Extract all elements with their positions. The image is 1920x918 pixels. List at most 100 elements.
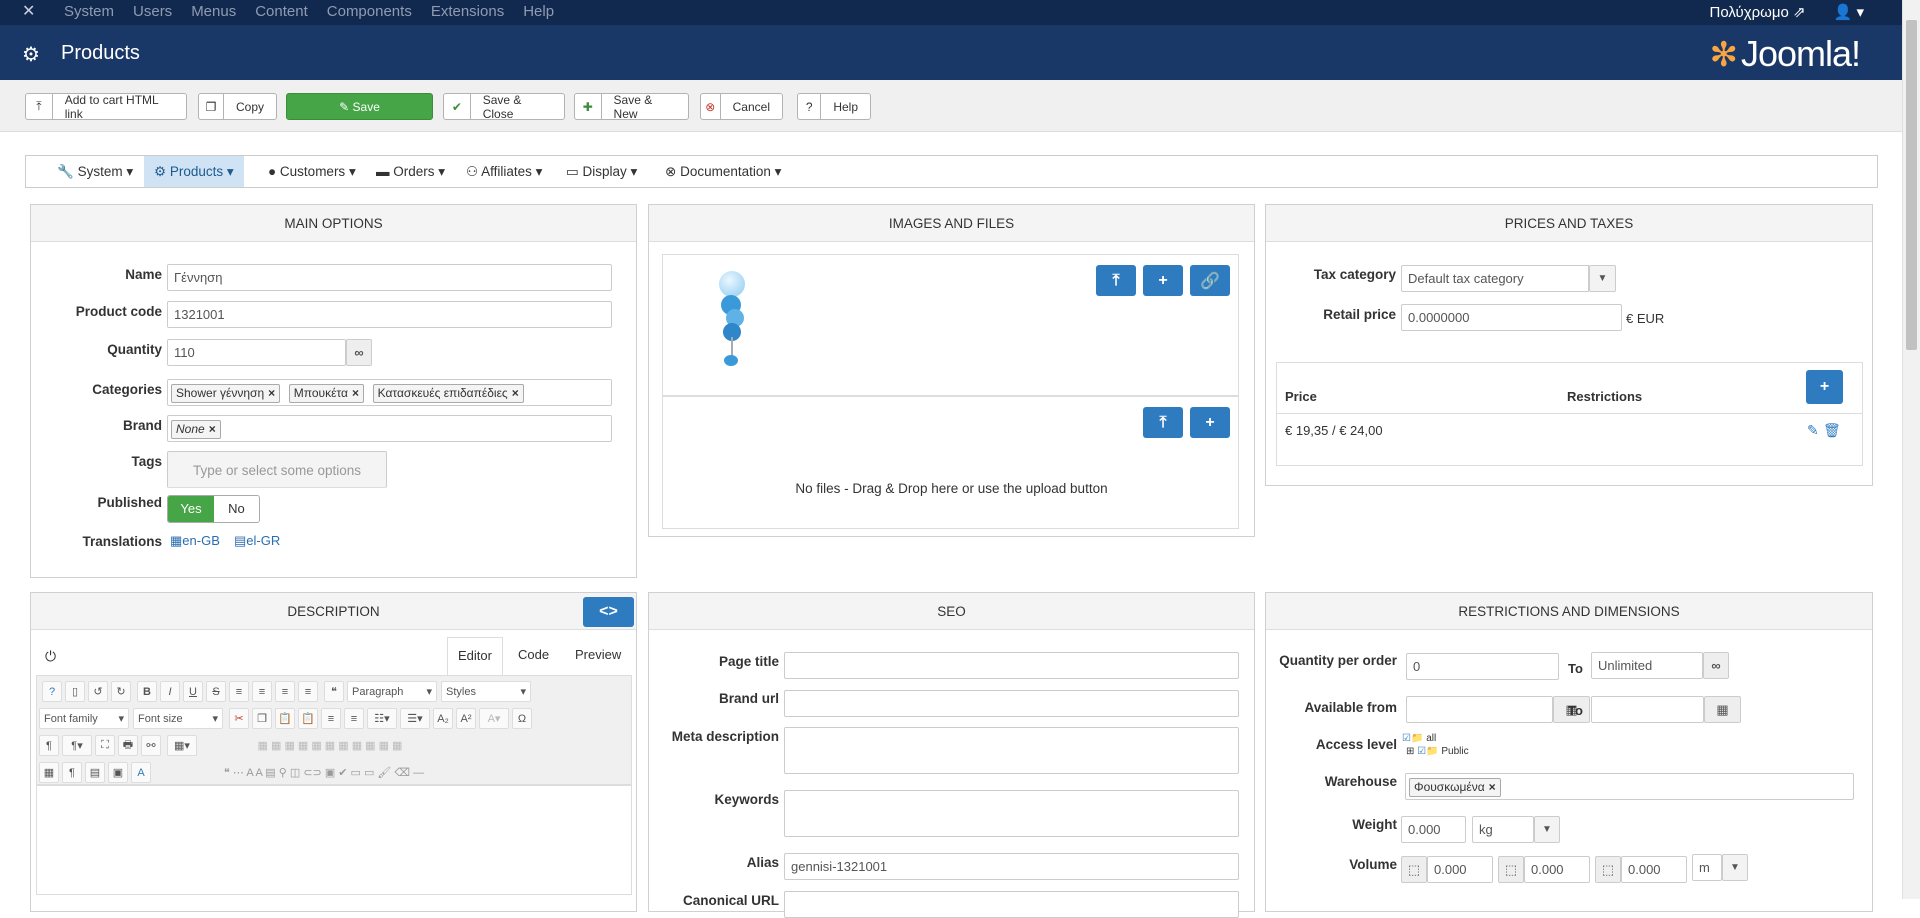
undo-icon[interactable]: ↺ bbox=[88, 681, 108, 702]
available-to-input[interactable] bbox=[1591, 696, 1704, 723]
site-link[interactable]: Πολύχρωμο ⇗ bbox=[1710, 3, 1806, 21]
name-input[interactable]: Γέννηση bbox=[167, 264, 612, 291]
remove-icon[interactable]: × bbox=[268, 386, 275, 400]
menu-system[interactable]: System bbox=[64, 3, 114, 20]
upload-image-button[interactable]: ⤒ bbox=[1096, 265, 1136, 296]
paragraph-select[interactable]: Paragraph ▾ bbox=[347, 681, 437, 702]
delete-price-icon[interactable]: 🗑 bbox=[1823, 422, 1841, 439]
alias-input[interactable]: gennisi-1321001 bbox=[784, 853, 1239, 880]
remove-icon[interactable]: × bbox=[352, 386, 359, 400]
superscript-icon[interactable]: A² bbox=[456, 708, 476, 729]
remove-icon[interactable]: × bbox=[512, 386, 519, 400]
center-icon[interactable]: ≡ bbox=[321, 708, 341, 729]
paste-icon[interactable]: 📋 bbox=[275, 708, 295, 729]
subnav-documentation[interactable]: ⊗ Documentation ▾ bbox=[655, 156, 791, 187]
product-thumbnail[interactable] bbox=[717, 271, 747, 371]
published-no[interactable]: No bbox=[213, 496, 259, 522]
underline-icon[interactable]: U bbox=[183, 681, 203, 702]
subnav-system[interactable]: 🔧 System ▾ bbox=[47, 156, 143, 187]
find-icon[interactable]: ⚯ bbox=[141, 735, 161, 756]
page-scrollbar[interactable] bbox=[1902, 0, 1920, 899]
cancel-button[interactable]: ⊗ Cancel bbox=[700, 93, 783, 120]
menu-components[interactable]: Components bbox=[327, 3, 412, 20]
tax-category-select[interactable]: Default tax category bbox=[1401, 265, 1589, 292]
files-dropzone[interactable]: ⤒ + No files - Drag & Drop here or use t… bbox=[662, 396, 1239, 529]
ltr-icon[interactable]: ¶ bbox=[39, 735, 59, 756]
bold-icon[interactable]: B bbox=[137, 681, 157, 702]
subnav-customers[interactable]: ● Customers ▾ bbox=[258, 156, 366, 187]
volume-unit-select[interactable]: m bbox=[1692, 854, 1722, 881]
link-image-button[interactable]: 🔗 bbox=[1190, 265, 1230, 296]
brand-select[interactable]: None × bbox=[167, 415, 612, 442]
code-toggle-button[interactable]: <> bbox=[583, 597, 634, 627]
help-button[interactable]: ? Help bbox=[797, 93, 871, 120]
editor-content-area[interactable] bbox=[36, 785, 632, 895]
infinity-button[interactable]: ∞ bbox=[346, 339, 372, 366]
show-blocks-icon[interactable]: ¶ bbox=[62, 762, 82, 783]
menu-help[interactable]: Help bbox=[523, 3, 554, 20]
paste-text-icon[interactable]: 📋 bbox=[298, 708, 318, 729]
styles-select[interactable]: Styles ▾ bbox=[441, 681, 531, 702]
indent-icon[interactable]: ≡ bbox=[344, 708, 364, 729]
joomla-logo-icon[interactable]: ✕ bbox=[22, 3, 40, 21]
text-color-icon[interactable]: A▾ bbox=[479, 708, 509, 729]
published-yes[interactable]: Yes bbox=[168, 496, 214, 522]
align-left-icon[interactable]: ≡ bbox=[275, 681, 295, 702]
product-code-input[interactable]: 1321001 bbox=[167, 301, 612, 328]
available-from-input[interactable] bbox=[1406, 696, 1553, 723]
align-justify-icon[interactable]: ≡ bbox=[229, 681, 249, 702]
copy-button[interactable]: ❐ Copy bbox=[198, 93, 277, 120]
brand-url-input[interactable] bbox=[784, 690, 1239, 717]
image-dropzone[interactable]: ⤒ + 🔗 bbox=[662, 254, 1239, 396]
chevron-down-icon[interactable]: ▼ bbox=[1589, 265, 1616, 292]
access-public[interactable]: ⊞ ☑📁 Public bbox=[1406, 746, 1469, 757]
user-menu-icon[interactable]: 👤 ▾ bbox=[1834, 3, 1864, 21]
tab-preview[interactable]: Preview bbox=[575, 647, 621, 662]
menu-extensions[interactable]: Extensions bbox=[431, 3, 504, 20]
length-input[interactable]: 0.000 bbox=[1427, 856, 1493, 883]
translation-el[interactable]: ▤el-GR bbox=[234, 533, 280, 549]
weight-input[interactable]: 0.000 bbox=[1401, 816, 1466, 843]
checkbox-checked-icon[interactable]: ☑ bbox=[1417, 746, 1426, 757]
italic-icon[interactable]: I bbox=[160, 681, 180, 702]
add-to-cart-link-button[interactable]: ⤒ Add to cart HTML link bbox=[25, 93, 187, 121]
retail-price-input[interactable]: 0.0000000 bbox=[1401, 304, 1622, 331]
add-image-button[interactable]: + bbox=[1143, 265, 1183, 296]
copy-icon[interactable]: ❐ bbox=[252, 708, 272, 729]
rtl-icon[interactable]: ¶▾ bbox=[62, 735, 92, 756]
menu-users[interactable]: Users bbox=[133, 3, 172, 20]
image-icon[interactable]: ▣ bbox=[108, 762, 128, 783]
font-size-select[interactable]: Font size ▾ bbox=[133, 708, 223, 729]
align-center-icon[interactable]: ≡ bbox=[252, 681, 272, 702]
chevron-down-icon[interactable]: ▼ bbox=[1722, 854, 1748, 881]
canonical-url-input[interactable] bbox=[784, 891, 1239, 918]
scrollbar-thumb[interactable] bbox=[1906, 20, 1917, 350]
menu-menus[interactable]: Menus bbox=[191, 3, 236, 20]
tab-editor[interactable]: Editor bbox=[447, 637, 503, 675]
tags-input[interactable]: Type or select some options bbox=[167, 451, 387, 488]
subnav-products[interactable]: ⚙ Products ▾ bbox=[144, 156, 244, 187]
page-title-input[interactable] bbox=[784, 652, 1239, 679]
subscript-icon[interactable]: A₂ bbox=[433, 708, 453, 729]
font-icon[interactable]: A bbox=[131, 762, 151, 783]
warehouse-select[interactable]: Φουσκωμένα × bbox=[1405, 773, 1854, 800]
subnav-orders[interactable]: ▬ Orders ▾ bbox=[366, 156, 455, 187]
strikethrough-icon[interactable]: S bbox=[206, 681, 226, 702]
categories-select[interactable]: Shower γέννηση × Μπουκέτα × Κατασκευές επι… bbox=[167, 379, 612, 406]
translation-en[interactable]: ▦en-GB bbox=[170, 533, 220, 549]
power-icon[interactable]: ⏻ bbox=[45, 648, 56, 665]
font-family-select[interactable]: Font family ▾ bbox=[39, 708, 129, 729]
visual-aid-icon[interactable]: ▦ bbox=[39, 762, 59, 783]
remove-icon[interactable]: × bbox=[209, 422, 216, 436]
bullet-list-icon[interactable]: ☰▾ bbox=[400, 708, 430, 729]
print-icon[interactable]: 🖶 bbox=[118, 735, 138, 756]
fullscreen-icon[interactable]: ⛶ bbox=[95, 735, 115, 756]
table-icon[interactable]: ▦▾ bbox=[167, 735, 197, 756]
quantity-max-input[interactable]: Unlimited bbox=[1591, 652, 1703, 679]
subnav-affiliates[interactable]: ⚇ Affiliates ▾ bbox=[456, 156, 552, 187]
menu-content[interactable]: Content bbox=[255, 3, 308, 20]
save-button[interactable]: ✎ Save bbox=[286, 93, 433, 120]
edit-price-icon[interactable]: ✎ bbox=[1807, 422, 1819, 439]
keywords-textarea[interactable] bbox=[784, 790, 1239, 837]
add-file-button[interactable]: + bbox=[1190, 407, 1230, 438]
